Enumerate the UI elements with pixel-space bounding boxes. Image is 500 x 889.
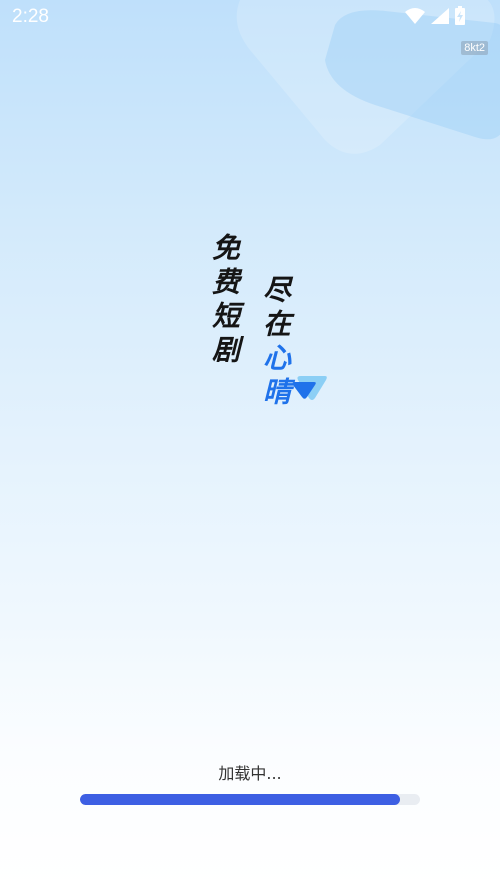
slogan-line-2: 尽在心晴 [259, 275, 292, 411]
loading-progress-bar [80, 794, 420, 805]
status-time: 2:28 [12, 6, 49, 27]
version-badge: 8kt2 [461, 41, 488, 55]
app-logo-icon [292, 376, 327, 400]
cellular-signal-icon [430, 7, 450, 25]
status-icons [404, 6, 466, 26]
wifi-icon [404, 7, 426, 25]
slogan-line-1: 免费短剧 [208, 233, 241, 369]
loading-text: 加载中... [218, 764, 282, 783]
slogan-line-2-dark: 尽在 [259, 275, 292, 343]
app-name: 心晴 [259, 343, 292, 411]
battery-charging-icon [454, 6, 466, 26]
status-bar: 2:28 [0, 0, 500, 34]
app-slogan: 免费短剧 尽在心晴 [200, 225, 340, 435]
loading-progress-fill [80, 794, 400, 805]
